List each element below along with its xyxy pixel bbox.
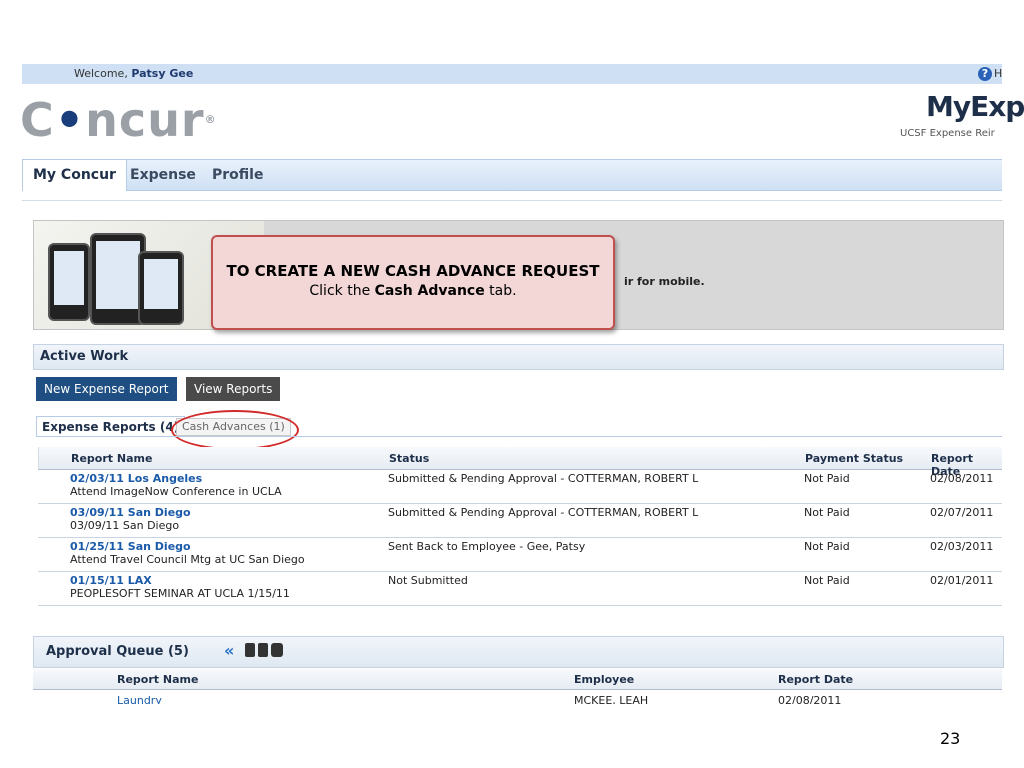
welcome-bar: Welcome, Patsy Gee ? H xyxy=(22,64,1002,84)
report-date: 02/08/2011 xyxy=(778,694,842,704)
table-header: Report Name Employee Report Date xyxy=(33,669,1002,690)
concur-logo: C•ncur® xyxy=(20,94,217,146)
phone-icon[interactable] xyxy=(271,643,283,657)
tab-expense-reports[interactable]: Expense Reports (4) xyxy=(36,416,186,437)
user-name: Patsy Gee xyxy=(131,67,194,80)
new-expense-report-button[interactable]: New Expense Report xyxy=(36,377,177,401)
tab-profile[interactable]: Profile xyxy=(202,160,273,190)
app-name: MyExp xyxy=(926,90,1024,123)
report-name-link[interactable]: 02/03/11 Los Angeles xyxy=(70,472,202,485)
phone-image-3 xyxy=(138,251,184,325)
report-status: Not Submitted xyxy=(388,574,468,587)
logo-registered: ® xyxy=(204,113,217,126)
report-date: 02/03/2011 xyxy=(930,540,994,553)
main-tab-bar: My Concur Expense Profile xyxy=(22,159,1002,191)
slide-number: 23 xyxy=(940,729,961,748)
logo-c: C xyxy=(20,93,55,147)
report-status: Submitted & Pending Approval - COTTERMAN… xyxy=(388,472,699,485)
col-payment-status[interactable]: Payment Status xyxy=(805,452,903,465)
callout-body-bold: Cash Advance xyxy=(374,283,485,299)
col-report-name[interactable]: Report Name xyxy=(71,452,152,465)
callout-body-prefix: Click the xyxy=(309,283,375,299)
report-status: Sent Back to Employee - Gee, Patsy xyxy=(388,540,586,553)
tab-expense[interactable]: Expense xyxy=(120,160,206,190)
help-link[interactable]: H xyxy=(994,67,1002,80)
table-row[interactable]: 01/25/11 San Diego Attend Travel Council… xyxy=(38,538,1002,572)
col-employee[interactable]: Employee xyxy=(574,673,634,686)
help-icon[interactable]: ? xyxy=(978,67,992,81)
table-row[interactable]: 02/03/11 Los Angeles Attend ImageNow Con… xyxy=(38,470,1002,504)
device-icon[interactable] xyxy=(258,643,268,657)
report-name-link[interactable]: 01/15/11 LAX xyxy=(70,574,152,587)
table-header: Report Name Status Payment Status Report… xyxy=(38,447,1002,478)
callout-body-suffix: tab. xyxy=(484,283,517,299)
report-date: 02/08/2011 xyxy=(930,472,994,485)
logo-dot: • xyxy=(54,93,86,147)
report-date: 02/07/2011 xyxy=(930,506,994,519)
col-report-name[interactable]: Report Name xyxy=(117,673,198,686)
col-status[interactable]: Status xyxy=(389,452,429,465)
report-name-link[interactable]: Laundry xyxy=(117,694,162,704)
slide-footer xyxy=(0,706,1024,768)
device-icon[interactable] xyxy=(245,643,255,657)
report-status: Submitted & Pending Approval - COTTERMAN… xyxy=(388,506,699,519)
table-row[interactable]: 03/09/11 San Diego 03/09/11 San Diego Su… xyxy=(38,504,1002,538)
welcome-prefix: Welcome, xyxy=(74,67,128,80)
collapse-icon[interactable]: « xyxy=(224,641,234,660)
report-name-link[interactable]: 03/09/11 San Diego xyxy=(70,506,191,519)
active-work-title: Active Work xyxy=(40,349,129,364)
phone-image-1 xyxy=(48,243,90,321)
view-reports-button[interactable]: View Reports xyxy=(186,377,281,401)
table-row[interactable]: Laundry MCKEE, LEAH 02/08/2011 xyxy=(33,690,1002,704)
approval-queue-table: Report Name Employee Report Date Laundry… xyxy=(33,669,1002,704)
banner-text: ir for mobile. xyxy=(624,275,705,288)
report-description: 03/09/11 San Diego xyxy=(70,519,180,532)
callout-body: Click the Cash Advance tab. xyxy=(213,283,613,299)
callout-title: TO CREATE A NEW CASH ADVANCE REQUEST xyxy=(226,262,600,280)
approval-queue-header: Approval Queue (5) « xyxy=(33,636,1004,668)
report-description: PEOPLESOFT SEMINAR AT UCLA 1/15/11 xyxy=(70,587,290,600)
report-description: Attend ImageNow Conference in UCLA xyxy=(70,485,282,498)
instruction-callout: TO CREATE A NEW CASH ADVANCE REQUEST Cli… xyxy=(211,235,615,330)
payment-status: Not Paid xyxy=(804,574,850,587)
welcome-text: Welcome, Patsy Gee xyxy=(74,67,193,80)
report-name-link[interactable]: 01/25/11 San Diego xyxy=(70,540,191,553)
logo-ncur: ncur xyxy=(85,93,205,147)
approval-queue-title: Approval Queue (5) xyxy=(46,644,189,659)
employee-name: MCKEE, LEAH xyxy=(574,694,649,704)
report-description: Attend Travel Council Mtg at UC San Dieg… xyxy=(70,553,305,566)
payment-status: Not Paid xyxy=(804,472,850,485)
expense-reports-table: Report Name Status Payment Status Report… xyxy=(38,447,1002,606)
subtab-divider xyxy=(36,436,1002,437)
report-date: 02/01/2011 xyxy=(930,574,994,587)
highlight-circle xyxy=(171,410,299,450)
col-report-date[interactable]: Report Date xyxy=(778,673,853,686)
active-work-header: Active Work xyxy=(33,344,1004,370)
tab-my-concur[interactable]: My Concur xyxy=(22,160,127,191)
payment-status: Not Paid xyxy=(804,540,850,553)
divider xyxy=(22,200,1002,201)
payment-status: Not Paid xyxy=(804,506,850,519)
app-subtitle: UCSF Expense Reir xyxy=(900,128,995,139)
table-row[interactable]: 01/15/11 LAX PEOPLESOFT SEMINAR AT UCLA … xyxy=(38,572,1002,606)
